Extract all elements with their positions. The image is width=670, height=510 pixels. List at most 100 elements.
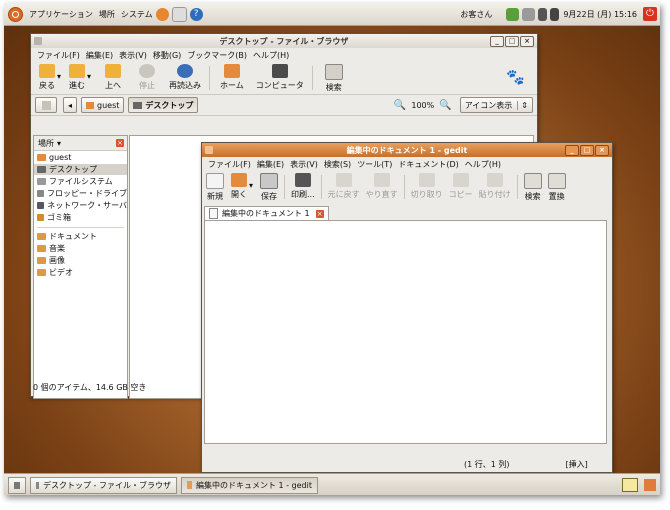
mail-icon[interactable]: [171, 6, 187, 22]
menu-bookmarks[interactable]: ブックマーク(B): [187, 50, 247, 61]
stop-button[interactable]: 停止: [139, 62, 156, 91]
sidebar-item-guest[interactable]: guest: [34, 152, 127, 163]
desktop-icon: [37, 166, 46, 173]
menu-system[interactable]: システム: [121, 9, 153, 20]
menu-edit[interactable]: 編集(E): [86, 50, 113, 61]
help-icon[interactable]: ?: [189, 7, 203, 21]
breadcrumb-left-button[interactable]: ◂: [63, 97, 77, 113]
reload-button[interactable]: 再読込み: [169, 62, 201, 91]
sidebar-item-pictures[interactable]: 画像: [34, 255, 127, 266]
home-button[interactable]: ホーム: [220, 62, 244, 91]
update-icon[interactable]: [538, 7, 548, 21]
user-name[interactable]: お客さん: [460, 9, 492, 20]
firefox-icon[interactable]: [155, 7, 169, 21]
gnome-foot-icon: 🐾: [506, 68, 525, 86]
clock[interactable]: 9月22日 (月) 15:16: [563, 9, 637, 20]
desktop-icon: [133, 101, 143, 109]
menu-documents[interactable]: ドキュメント(D): [398, 159, 458, 170]
zoom-out-icon[interactable]: 🔍: [394, 100, 406, 111]
file-browser-titlebar[interactable]: デスクトップ - ファイル・ブラウザ _ □ ×: [31, 34, 537, 48]
gedit-status-bar: (1 行、1 列) [挿入]: [202, 458, 612, 470]
redo-button[interactable]: やり直す: [366, 171, 398, 200]
printer-icon[interactable]: [522, 7, 536, 21]
menu-help[interactable]: ヘルプ(H): [465, 159, 501, 170]
sidebar-close-icon[interactable]: ×: [116, 139, 124, 147]
toolbar-separator: [403, 175, 405, 199]
menu-view[interactable]: 表示(V): [290, 159, 318, 170]
search-button[interactable]: 検索: [324, 62, 343, 93]
new-button[interactable]: 新規: [206, 171, 224, 202]
paste-button[interactable]: 貼り付け: [479, 171, 511, 200]
copy-button[interactable]: コピー: [449, 171, 473, 200]
view-mode-select[interactable]: アイコン表示 ⇕: [459, 97, 533, 113]
sidebar-item-trash[interactable]: ゴミ箱: [34, 212, 127, 223]
zoom-level[interactable]: 100%: [411, 101, 434, 110]
maximize-button[interactable]: □: [580, 145, 594, 156]
minimize-button[interactable]: _: [565, 145, 579, 156]
desktop: アプリケーション 場所 システム ? お客さん 9月22日 (月) 15:16 …: [4, 3, 660, 495]
menu-places[interactable]: 場所: [99, 9, 115, 20]
sidebar-item-floppy[interactable]: フロッピー・ドライブ: [34, 188, 127, 199]
text-editor[interactable]: [204, 220, 607, 444]
sidebar-item-desktop[interactable]: デスクトップ: [34, 164, 127, 175]
forward-arrow-icon: [69, 64, 86, 78]
menu-tools[interactable]: ツール(T): [357, 159, 392, 170]
sidebar-item-filesystem[interactable]: ファイルシステム: [34, 176, 127, 187]
up-button[interactable]: 上へ: [105, 62, 122, 91]
menu-applications[interactable]: アプリケーション: [29, 9, 93, 20]
back-dropdown-icon[interactable]: ▾: [57, 72, 61, 81]
workspace-switcher-icon[interactable]: [622, 478, 638, 492]
network-icon: [37, 202, 45, 209]
breadcrumb-desktop[interactable]: デスクトップ: [128, 97, 199, 113]
breadcrumb-guest[interactable]: guest: [81, 97, 125, 113]
back-button[interactable]: 戻る: [39, 62, 55, 91]
power-icon[interactable]: ⏻: [643, 7, 657, 21]
menu-search[interactable]: 検索(S): [324, 159, 351, 170]
find-button[interactable]: 検索: [523, 171, 542, 202]
sidebar-item-videos[interactable]: ビデオ: [34, 267, 127, 278]
sidebar-item-music[interactable]: 音楽: [34, 243, 127, 254]
chevron-down-icon[interactable]: ▾: [57, 139, 61, 148]
save-button[interactable]: 保存: [260, 171, 279, 202]
forward-button[interactable]: 進む: [69, 62, 86, 91]
print-button[interactable]: 印刷...: [291, 171, 315, 200]
open-dropdown-icon[interactable]: ▾: [249, 181, 253, 190]
volume-icon[interactable]: [550, 7, 560, 21]
replace-button[interactable]: 置換: [547, 171, 566, 202]
menu-file[interactable]: ファイル(F): [37, 50, 80, 61]
cut-button[interactable]: 切り取り: [411, 171, 443, 200]
sidebar-header: 場所 ▾ ×: [34, 136, 127, 151]
ubuntu-logo-icon[interactable]: [8, 6, 23, 22]
open-button[interactable]: 開く: [231, 171, 247, 200]
sidebar-item-network[interactable]: ネットワーク・サーバ: [34, 200, 127, 211]
window-menu-icon[interactable]: [34, 37, 42, 45]
window-menu-icon[interactable]: [205, 146, 213, 154]
maximize-button[interactable]: □: [505, 36, 519, 47]
close-button[interactable]: ×: [520, 36, 534, 47]
menu-view[interactable]: 表示(V): [119, 50, 147, 61]
computer-icon: [271, 64, 288, 78]
menu-file[interactable]: ファイル(F): [208, 159, 251, 170]
task-gedit[interactable]: 編集中のドキュメント 1 - gedit: [181, 476, 318, 494]
menu-go[interactable]: 移動(G): [153, 50, 181, 61]
floppy-icon: [37, 190, 44, 197]
network-status-icon[interactable]: [506, 7, 520, 21]
menu-edit[interactable]: 編集(E): [257, 159, 284, 170]
undo-button[interactable]: 元に戻す: [328, 171, 360, 200]
task-file-browser[interactable]: デスクトップ - ファイル・ブラウザ: [30, 476, 177, 494]
folder-icon: [37, 233, 46, 240]
gedit-titlebar[interactable]: 編集中のドキュメント 1 - gedit _ □ ×: [202, 143, 612, 157]
close-button[interactable]: ×: [595, 145, 609, 156]
show-desktop-button[interactable]: [8, 476, 26, 494]
sidebar-item-documents[interactable]: ドキュメント: [34, 231, 127, 242]
tab-close-icon[interactable]: ×: [315, 209, 324, 218]
sidebar-places-select[interactable]: 場所: [38, 138, 54, 149]
forward-dropdown-icon[interactable]: ▾: [87, 72, 91, 81]
zoom-in-icon[interactable]: 🔍: [439, 100, 451, 111]
document-tab[interactable]: 編集中のドキュメント 1 ×: [204, 206, 329, 220]
computer-button[interactable]: コンピュータ: [256, 62, 304, 91]
menu-help[interactable]: ヘルプ(H): [253, 50, 289, 61]
edit-location-button[interactable]: [35, 97, 57, 113]
minimize-button[interactable]: _: [490, 36, 504, 47]
trash-applet-icon[interactable]: [644, 479, 656, 491]
